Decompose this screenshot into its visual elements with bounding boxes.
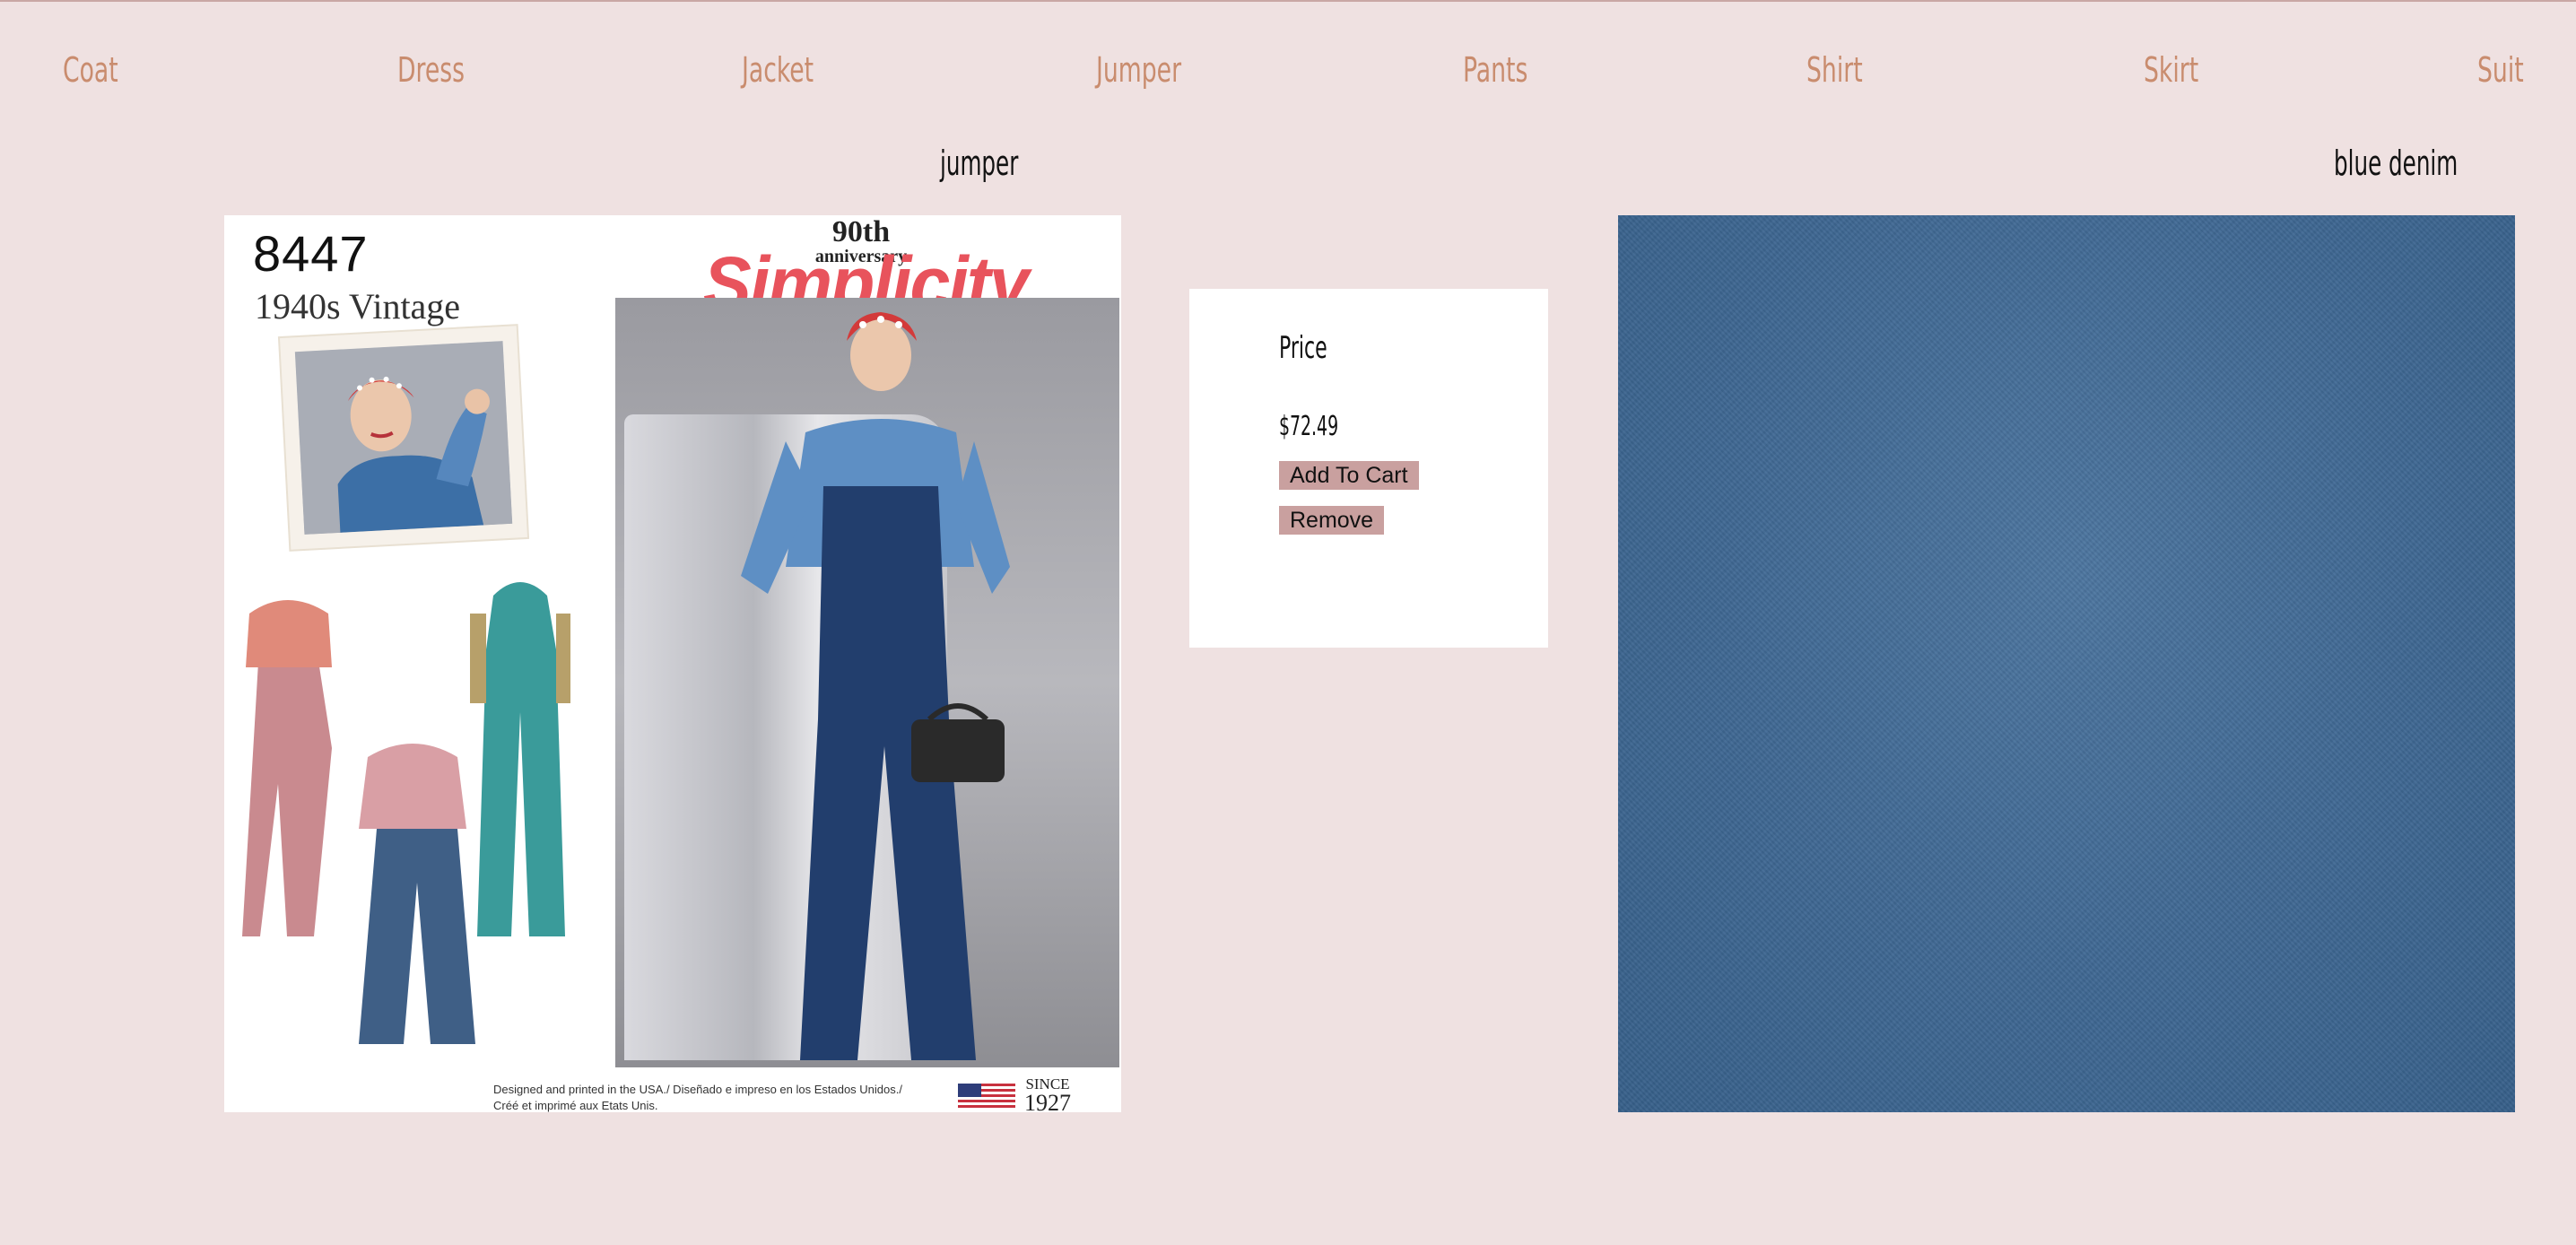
price-panel: Price $72.49 Add To Cart Remove <box>1189 289 1548 648</box>
add-to-cart-button[interactable]: Add To Cart <box>1279 461 1419 490</box>
nav-item-suit[interactable]: Suit <box>2477 45 2524 95</box>
nav-item-jacket[interactable]: Jacket <box>742 45 814 95</box>
pattern-era: 1940s Vintage <box>255 286 461 326</box>
pattern-heading: jumper <box>940 144 1019 183</box>
fabric-heading: blue denim <box>2334 144 2459 183</box>
flexing-woman-illustration <box>294 341 513 535</box>
since-year: 1927 <box>1024 1090 1071 1113</box>
model-photo <box>615 298 1119 1067</box>
model-in-overalls-illustration <box>741 312 1010 1060</box>
top-border <box>0 0 2576 2</box>
category-nav: Coat Dress Jacket Jumper Pants Shirt Ski… <box>0 45 2576 99</box>
since-badge: SINCE 1927 <box>1024 1076 1071 1113</box>
nav-item-dress[interactable]: Dress <box>397 45 465 95</box>
nav-item-jumper[interactable]: Jumper <box>1096 45 1181 95</box>
fabric-swatch-image <box>1618 215 2515 1112</box>
pattern-footer-text: Designed and printed in the USA./ Diseña… <box>493 1083 902 1112</box>
price-label: Price <box>1279 330 1327 366</box>
us-flag-icon <box>958 1084 1015 1110</box>
nav-item-coat[interactable]: Coat <box>63 45 118 95</box>
polaroid-photo <box>280 326 527 550</box>
pattern-image: 8447 1940s Vintage 90th anniversary Simp… <box>224 215 1121 1112</box>
nav-item-skirt[interactable]: Skirt <box>2144 45 2198 95</box>
pattern-sketches <box>242 582 570 1044</box>
nav-item-pants[interactable]: Pants <box>1463 45 1527 95</box>
pattern-number: 8447 <box>253 225 369 282</box>
price-value: $72.49 <box>1279 411 1339 442</box>
nav-item-shirt[interactable]: Shirt <box>1806 45 1863 95</box>
remove-button[interactable]: Remove <box>1279 506 1385 535</box>
